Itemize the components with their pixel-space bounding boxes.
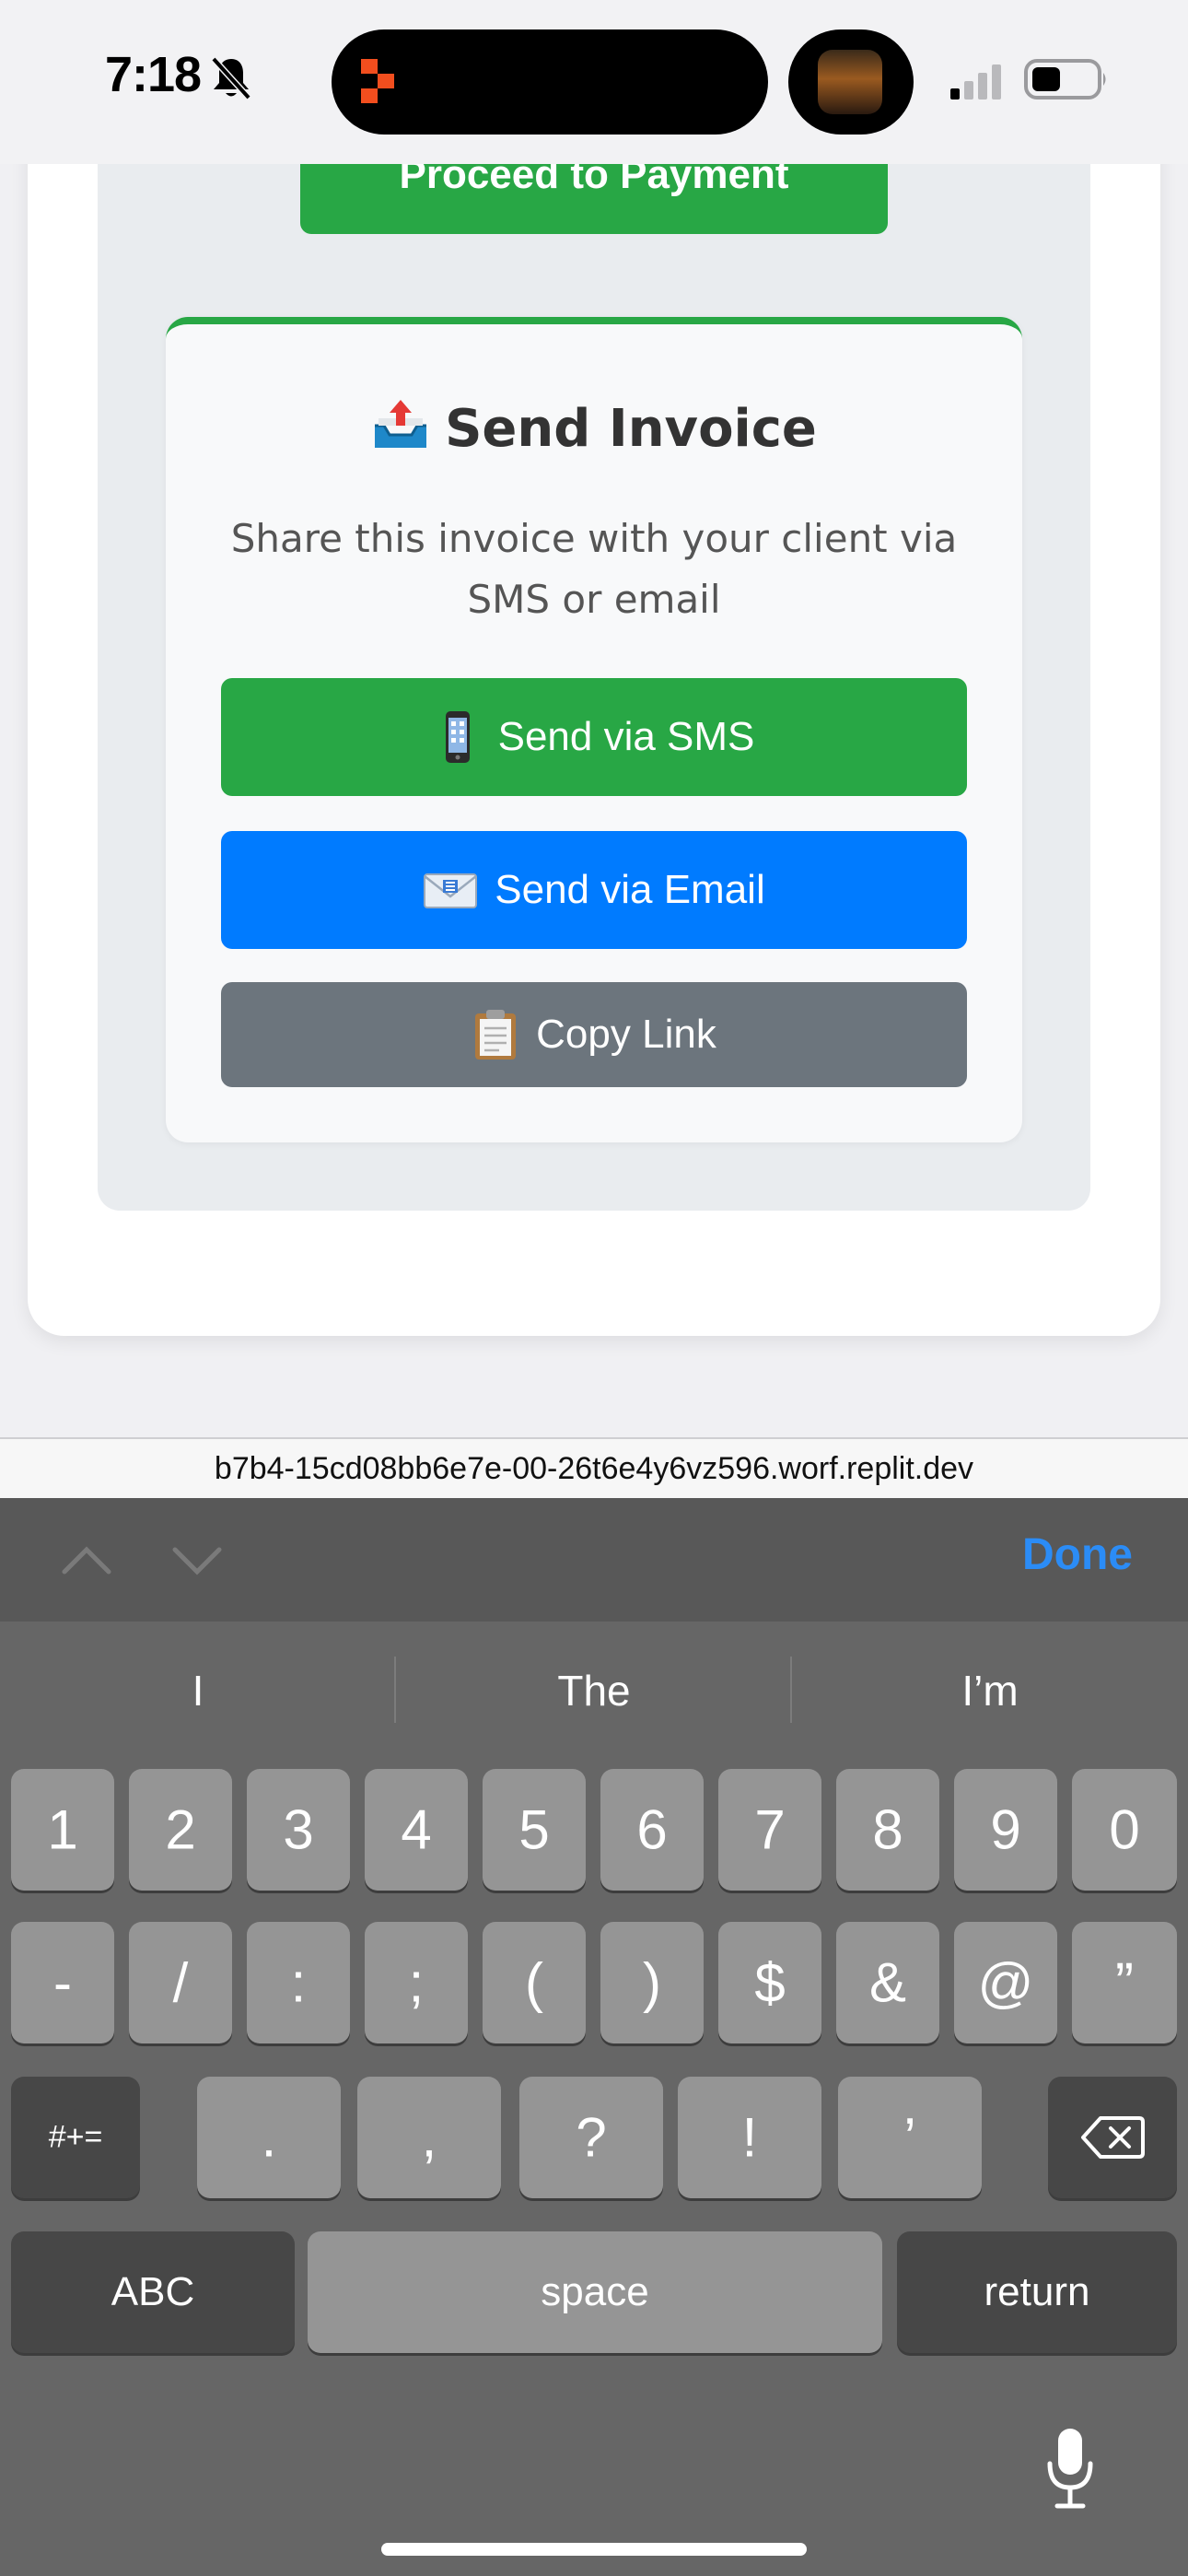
key-label: , bbox=[421, 2106, 437, 2169]
outbox-tray-icon bbox=[375, 400, 427, 448]
key-question[interactable]: ? bbox=[519, 2077, 663, 2198]
keyboard-accessory-bar: Done bbox=[0, 1498, 1188, 1622]
key-label: 1 bbox=[47, 1798, 78, 1861]
send-via-email-button[interactable]: Send via Email bbox=[221, 831, 967, 949]
send-via-email-label: Send via Email bbox=[495, 867, 765, 912]
key-label: $ bbox=[754, 1951, 786, 2014]
key-hyphen[interactable]: - bbox=[11, 1922, 114, 2043]
now-playing-artwork bbox=[818, 50, 882, 114]
keyboard: Done I The I’m 1 2 3 4 5 6 7 8 9 0 - / :… bbox=[0, 1498, 1188, 2576]
suggestion-2[interactable]: The bbox=[396, 1622, 792, 1778]
send-invoice-title: Send Invoice bbox=[445, 399, 817, 459]
microphone-icon[interactable] bbox=[1042, 2427, 1098, 2510]
key-dollar[interactable]: $ bbox=[718, 1922, 821, 2043]
next-field-chevron-icon[interactable] bbox=[169, 1535, 225, 1587]
cellular-signal-icon bbox=[950, 64, 1001, 100]
key-2[interactable]: 2 bbox=[129, 1769, 232, 1891]
return-key[interactable]: return bbox=[897, 2231, 1177, 2353]
key-label: 3 bbox=[283, 1798, 314, 1861]
key-label: & bbox=[868, 1951, 907, 2014]
key-at[interactable]: @ bbox=[954, 1922, 1057, 2043]
copy-link-button[interactable]: Copy Link bbox=[221, 982, 967, 1087]
suggestion-3[interactable]: I’m bbox=[792, 1622, 1188, 1778]
key-apostrophe[interactable]: ’ bbox=[838, 2077, 982, 2198]
key-label: ; bbox=[408, 1951, 425, 2014]
battery-icon bbox=[1024, 59, 1106, 100]
send-via-sms-button[interactable]: Send via SMS bbox=[221, 678, 967, 796]
key-label: ? bbox=[576, 2106, 607, 2169]
key-1[interactable]: 1 bbox=[11, 1769, 114, 1891]
app-activity-icon bbox=[361, 59, 394, 103]
key-ampersand[interactable]: & bbox=[836, 1922, 939, 2043]
space-key[interactable]: space bbox=[308, 2231, 882, 2353]
web-page: Proceed to Payment Send Invoice Share th… bbox=[0, 0, 1188, 1437]
key-0[interactable]: 0 bbox=[1072, 1769, 1177, 1891]
key-colon[interactable]: : bbox=[247, 1922, 350, 2043]
key-label: ) bbox=[643, 1951, 661, 2014]
key-period[interactable]: . bbox=[197, 2077, 341, 2198]
key-4[interactable]: 4 bbox=[365, 1769, 468, 1891]
browser-url-bar[interactable]: b7b4-15cd08bb6e7e-00-26t6e4y6vz596.worf.… bbox=[0, 1437, 1188, 1498]
copy-link-label: Copy Link bbox=[536, 1012, 716, 1057]
key-semicolon[interactable]: ; bbox=[365, 1922, 468, 2043]
previous-field-chevron-icon[interactable] bbox=[59, 1535, 114, 1587]
key-label: . bbox=[261, 2106, 277, 2169]
send-via-sms-label: Send via SMS bbox=[497, 714, 755, 759]
key-label: ” bbox=[1115, 1951, 1134, 2014]
key-open-paren[interactable]: ( bbox=[483, 1922, 586, 2043]
key-label: - bbox=[53, 1951, 72, 2014]
key-label: / bbox=[172, 1951, 189, 2014]
key-label: #+= bbox=[48, 2119, 103, 2155]
send-invoice-description: Share this invoice with your client via … bbox=[230, 516, 958, 622]
symbols-toggle-key[interactable]: #+= bbox=[11, 2077, 140, 2198]
key-label: 2 bbox=[165, 1798, 196, 1861]
key-label: ’ bbox=[903, 2106, 916, 2169]
key-label: 4 bbox=[401, 1798, 432, 1861]
key-label: ( bbox=[525, 1951, 543, 2014]
home-indicator[interactable] bbox=[381, 2543, 807, 2556]
key-label: 8 bbox=[872, 1798, 903, 1861]
key-label: 9 bbox=[990, 1798, 1021, 1861]
key-close-paren[interactable]: ) bbox=[600, 1922, 704, 2043]
send-invoice-heading: Send Invoice bbox=[166, 398, 1022, 459]
key-slash[interactable]: / bbox=[129, 1922, 232, 2043]
clipboard-icon bbox=[475, 1010, 517, 1060]
suggestion-1[interactable]: I bbox=[0, 1622, 396, 1778]
key-quote[interactable]: ” bbox=[1072, 1922, 1177, 2043]
key-3[interactable]: 3 bbox=[247, 1769, 350, 1891]
key-label: @ bbox=[977, 1951, 1034, 2014]
delete-key[interactable] bbox=[1048, 2077, 1177, 2198]
key-label: ABC bbox=[111, 2269, 195, 2314]
abc-toggle-key[interactable]: ABC bbox=[11, 2231, 295, 2353]
key-6[interactable]: 6 bbox=[600, 1769, 704, 1891]
key-7[interactable]: 7 bbox=[718, 1769, 821, 1891]
key-comma[interactable]: , bbox=[357, 2077, 501, 2198]
send-invoice-section: Send Invoice Share this invoice with you… bbox=[166, 317, 1022, 1142]
key-label: ! bbox=[741, 2106, 758, 2169]
silent-bell-icon bbox=[211, 56, 251, 100]
key-label: 6 bbox=[636, 1798, 668, 1861]
status-time: 7:18 bbox=[105, 47, 202, 102]
key-label: return bbox=[984, 2269, 1090, 2314]
key-label: 0 bbox=[1109, 1798, 1140, 1861]
key-label: : bbox=[290, 1951, 307, 2014]
key-exclamation[interactable]: ! bbox=[678, 2077, 821, 2198]
key-9[interactable]: 9 bbox=[954, 1769, 1057, 1891]
key-8[interactable]: 8 bbox=[836, 1769, 939, 1891]
key-label: 5 bbox=[518, 1798, 550, 1861]
done-button[interactable]: Done bbox=[1022, 1529, 1133, 1580]
key-label: 7 bbox=[754, 1798, 786, 1861]
mobile-phone-icon bbox=[445, 711, 470, 763]
key-label: space bbox=[541, 2269, 649, 2314]
key-5[interactable]: 5 bbox=[483, 1769, 586, 1891]
delete-backspace-icon bbox=[1081, 2116, 1145, 2159]
email-envelope-icon bbox=[424, 873, 478, 908]
status-bar: 7:18 bbox=[0, 0, 1188, 164]
